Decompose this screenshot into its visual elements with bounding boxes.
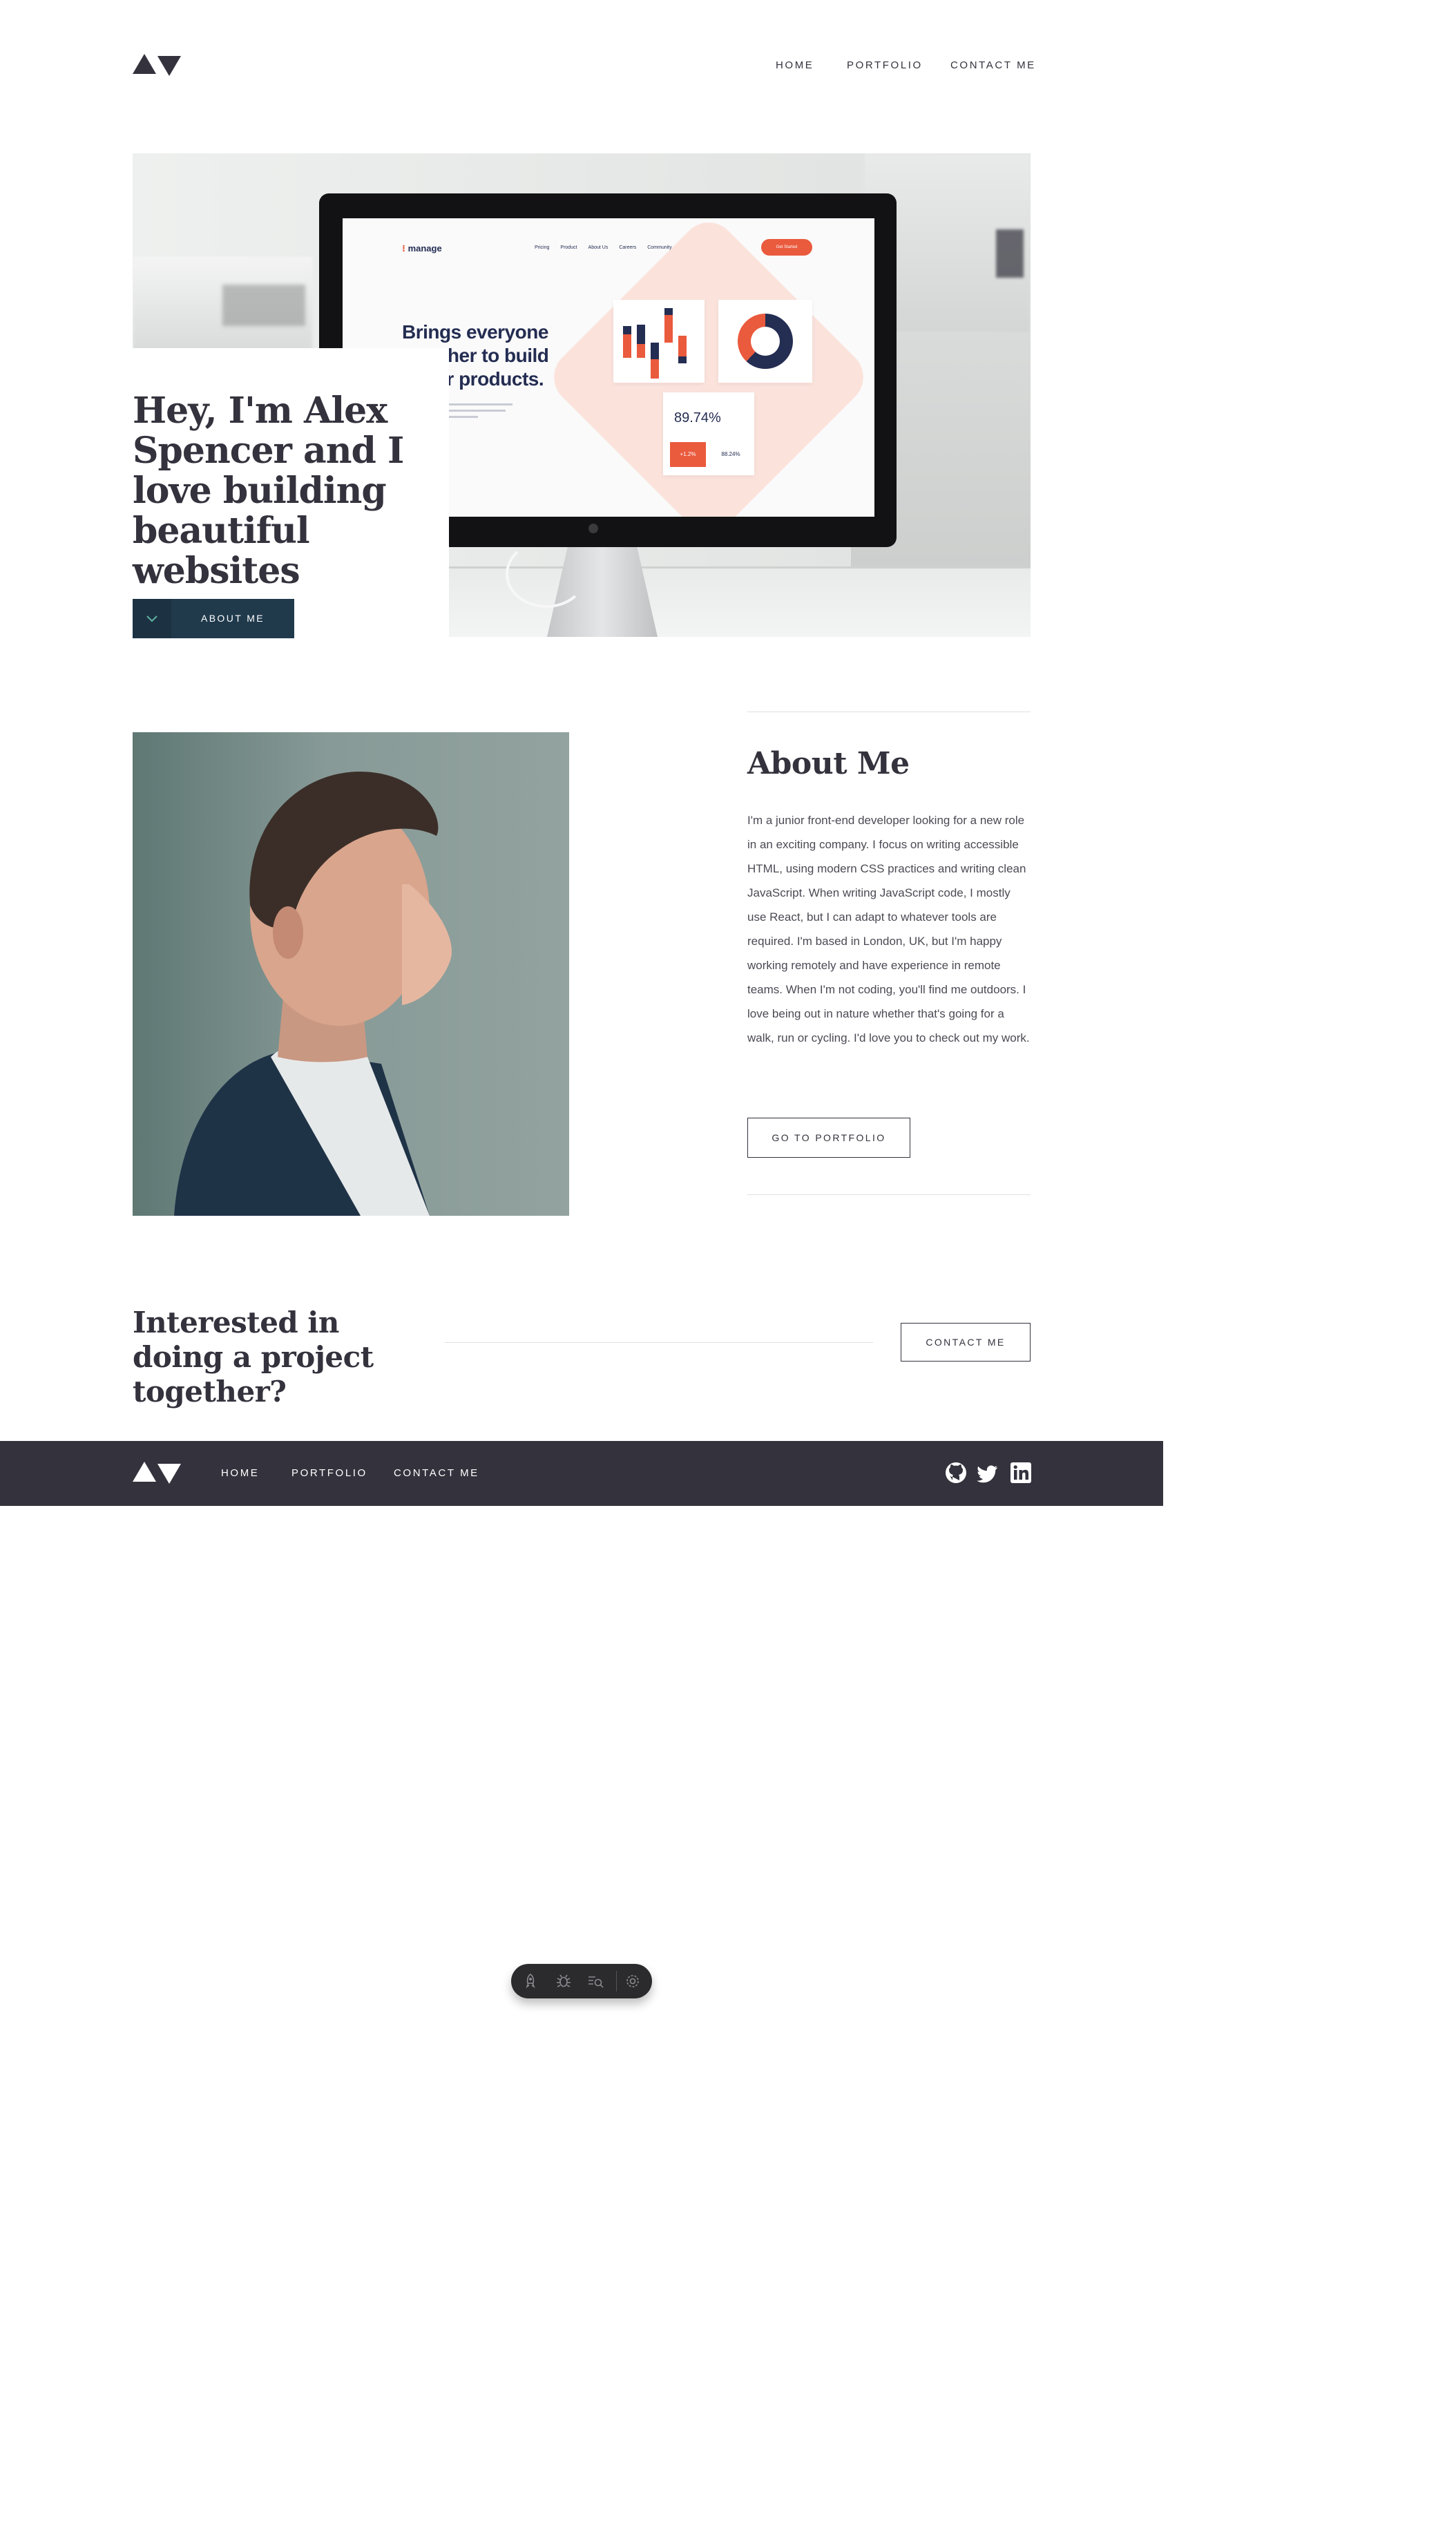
about-bottom-rule bbox=[747, 1194, 1031, 1195]
mockup-nav-item: Careers bbox=[619, 245, 637, 250]
mockup-donut-card bbox=[718, 300, 812, 383]
nav-contact[interactable]: CONTACT ME bbox=[950, 59, 1036, 71]
github-icon[interactable] bbox=[945, 1462, 967, 1484]
floating-dev-toolbar bbox=[511, 1964, 652, 1998]
about-body: I'm a junior front-end developer looking… bbox=[747, 814, 1030, 1044]
mockup-nav-item: Product bbox=[560, 245, 577, 250]
mockup-stat-card: 89.74% +1.2% 88.24% bbox=[663, 392, 754, 475]
mockup-stat: 89.74% bbox=[674, 410, 721, 426]
cta-title: Interested in doing a project together? bbox=[133, 1306, 374, 1409]
settings-icon[interactable] bbox=[623, 1971, 642, 1991]
footer-nav-contact[interactable]: CONTACT ME bbox=[394, 1467, 479, 1479]
cta-rule bbox=[445, 1342, 873, 1343]
mockup-nav-item: Pricing bbox=[535, 245, 550, 250]
bug-icon[interactable] bbox=[554, 1971, 573, 1991]
portrait-photo bbox=[133, 732, 569, 1216]
mockup-nav-item: Community bbox=[647, 245, 672, 250]
list-search-icon[interactable] bbox=[586, 1971, 605, 1991]
mockup-headline: Brings everyone bbox=[402, 321, 548, 343]
mockup-bar-card bbox=[613, 300, 705, 383]
about-me-button[interactable]: ABOUT ME bbox=[133, 599, 294, 638]
twitter-icon[interactable] bbox=[977, 1462, 999, 1484]
nav-portfolio[interactable]: PORTFOLIO bbox=[847, 59, 923, 71]
cable bbox=[506, 540, 587, 608]
go-to-portfolio-button[interactable]: GO TO PORTFOLIO bbox=[747, 1118, 910, 1158]
contact-me-button[interactable]: CONTACT ME bbox=[901, 1323, 1031, 1362]
hero-title: Hey, I'm Alex Spencer and I love buildin… bbox=[133, 390, 404, 592]
about-title: About Me bbox=[747, 746, 910, 781]
site-logo[interactable] bbox=[133, 52, 182, 77]
about-me-button-label: ABOUT ME bbox=[200, 613, 265, 624]
chevron-down-icon bbox=[133, 599, 171, 638]
mockup-chip-a: +1.2% bbox=[670, 442, 706, 467]
mockup-nav-item: About Us bbox=[588, 245, 609, 250]
nav-home[interactable]: HOME bbox=[776, 59, 814, 71]
toolbar-separator bbox=[616, 1971, 617, 1992]
mockup-cta: Get Started bbox=[761, 239, 812, 256]
footer-nav-home[interactable]: HOME bbox=[221, 1467, 259, 1479]
linkedin-icon[interactable] bbox=[1010, 1462, 1032, 1484]
rocket-icon[interactable] bbox=[521, 1971, 540, 1991]
mockup-brand: manage bbox=[408, 243, 442, 254]
footer-nav-portfolio[interactable]: PORTFOLIO bbox=[291, 1467, 367, 1479]
mockup-chip-b: 88.24% bbox=[721, 451, 740, 457]
footer-logo[interactable] bbox=[133, 1460, 182, 1485]
